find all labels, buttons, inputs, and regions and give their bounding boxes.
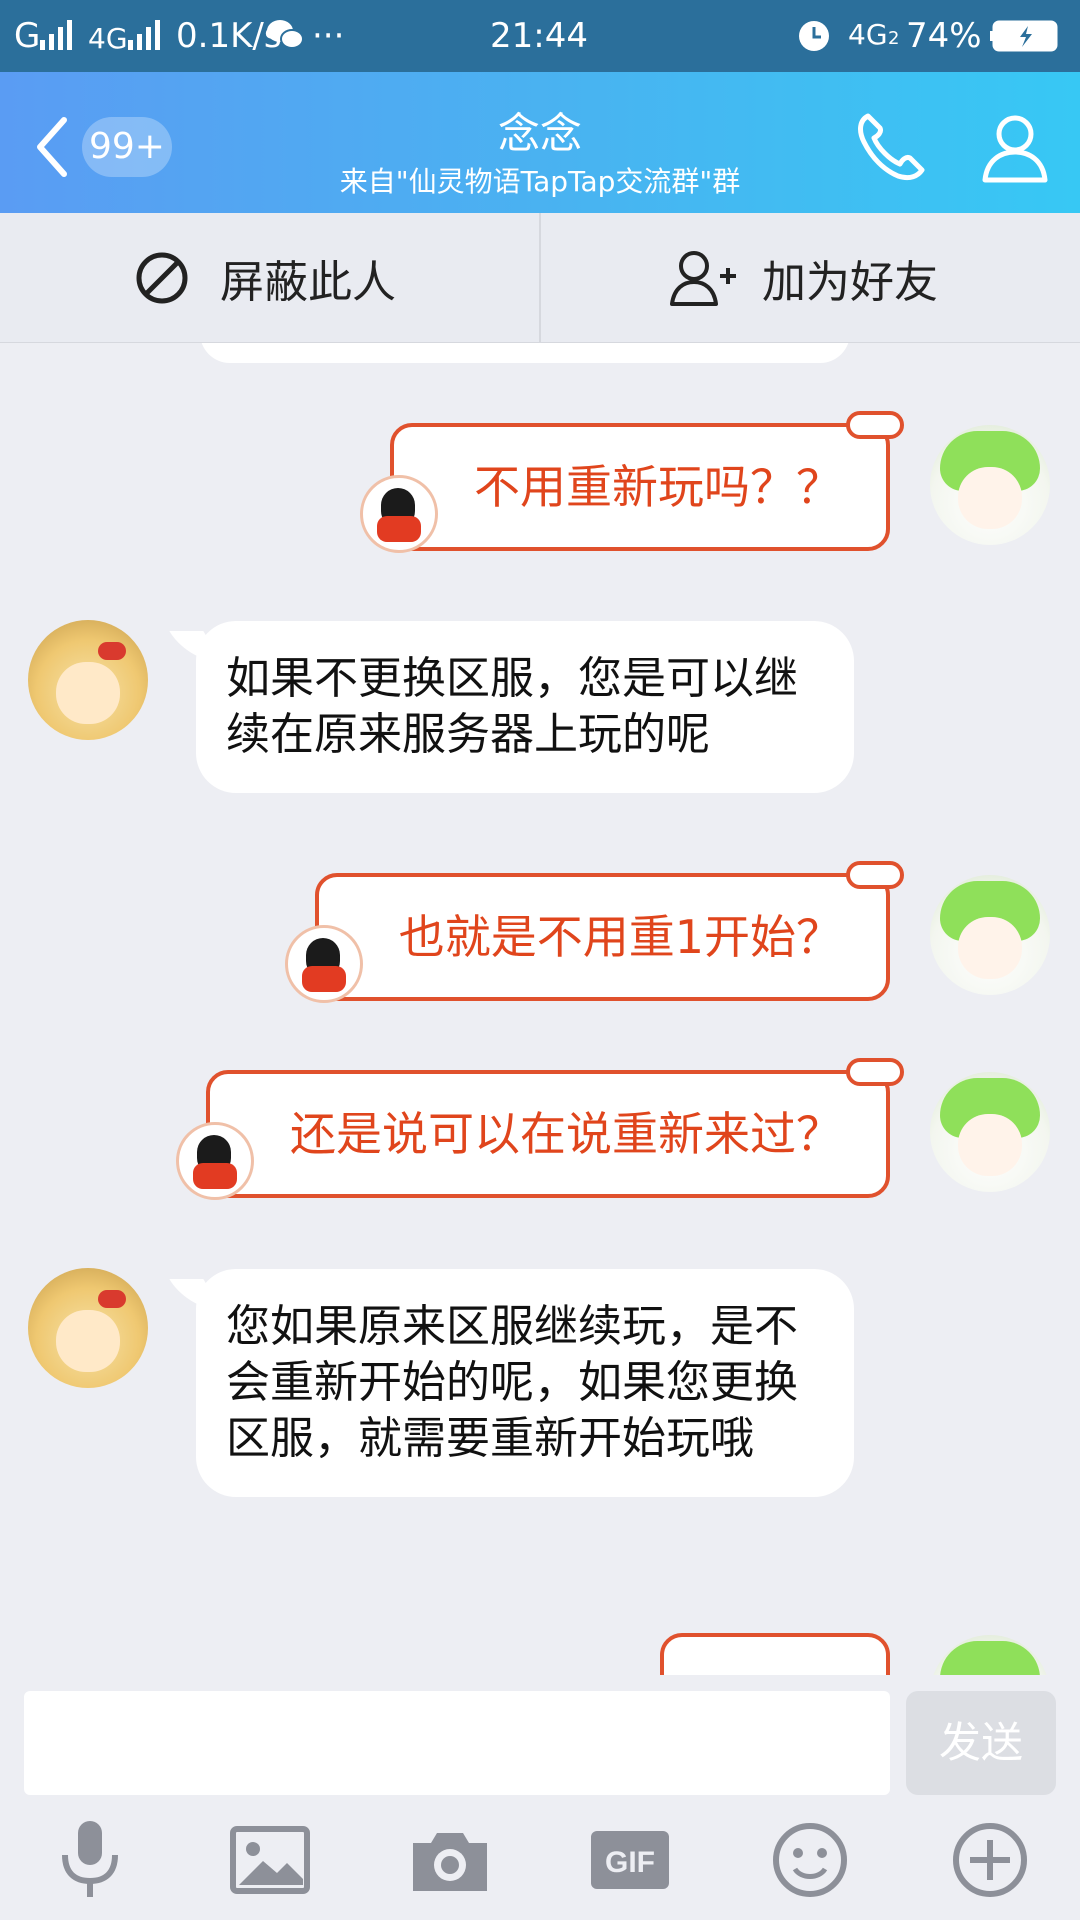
profile-icon[interactable] xyxy=(975,108,1055,188)
add-friend-label: 加为好友 xyxy=(762,257,938,308)
message-text: 不用重新玩吗？？ xyxy=(474,460,842,514)
bubble-cloud-decoration xyxy=(846,1058,904,1086)
camera-icon[interactable] xyxy=(405,1815,495,1905)
my-avatar[interactable] xyxy=(930,1635,1050,1675)
add-friend-icon xyxy=(670,251,736,306)
send-button[interactable]: 发送 xyxy=(906,1691,1056,1795)
my-avatar[interactable] xyxy=(930,425,1050,545)
penguin-sticker-icon xyxy=(176,1122,254,1200)
status-bar: G 4G 0.1K/s ··· 21:44 4G 2 74% xyxy=(0,0,1080,72)
microphone-icon[interactable] xyxy=(45,1815,135,1905)
alarm-icon xyxy=(799,21,829,51)
signal-icon-2 xyxy=(128,20,160,50)
network-label: 4G xyxy=(88,22,128,55)
clock: 21:44 xyxy=(490,16,588,56)
message-text: 您如果原来区服继续玩，是不会重新开始的呢，如果您更换区服，就需要重新开始玩哦 xyxy=(226,1301,798,1464)
network-sub: 2 xyxy=(888,28,900,49)
my-avatar[interactable] xyxy=(930,875,1050,995)
contact-avatar[interactable] xyxy=(28,1268,148,1388)
my-message-bubble[interactable]: 也就是不用重1开始？ xyxy=(284,861,904,1003)
image-icon[interactable] xyxy=(225,1815,315,1905)
battery-percent: 74% xyxy=(906,16,982,56)
svg-text:GIF: GIF xyxy=(605,1846,655,1879)
phone-icon[interactable] xyxy=(850,108,930,188)
battery-icon xyxy=(990,20,1058,52)
add-friend-button[interactable]: 加为好友 xyxy=(668,213,938,343)
message-input[interactable] xyxy=(24,1691,890,1795)
my-message-bubble-partial xyxy=(660,1633,890,1675)
their-message-bubble[interactable]: 您如果原来区服继续玩，是不会重新开始的呢，如果您更换区服，就需要重新开始玩哦 xyxy=(196,1269,854,1497)
my-message-bubble[interactable]: 还是说可以在说重新来过？ xyxy=(176,1058,904,1200)
block-user-label: 屏蔽此人 xyxy=(220,257,396,308)
network-right: 4G xyxy=(848,18,888,51)
bubble-cloud-decoration xyxy=(846,861,904,889)
penguin-sticker-icon xyxy=(360,475,438,553)
block-user-button[interactable]: 屏蔽此人 xyxy=(134,213,396,343)
message-bubble-partial xyxy=(200,343,850,363)
penguin-sticker-icon xyxy=(284,925,363,1003)
stranger-action-bar: 屏蔽此人 加为好友 xyxy=(0,213,1080,343)
contact-avatar[interactable] xyxy=(28,620,148,740)
more-indicator: ··· xyxy=(312,16,345,56)
their-message-bubble[interactable]: 如果不更换区服，您是可以继续在原来服务器上玩的呢 xyxy=(196,621,854,793)
message-text: 还是说可以在说重新来过？ xyxy=(290,1107,842,1161)
input-bar: 发送 GIF xyxy=(0,1675,1080,1920)
my-message-bubble[interactable]: 不用重新玩吗？？ xyxy=(360,411,904,553)
message-text: 也就是不用重1开始？ xyxy=(398,910,842,964)
signal-icon xyxy=(40,20,72,50)
plus-icon[interactable] xyxy=(945,1815,1035,1905)
bubble-cloud-decoration xyxy=(846,411,904,439)
carrier-label: G xyxy=(14,16,41,56)
message-text: 如果不更换区服，您是可以继续在原来服务器上玩的呢 xyxy=(226,653,798,760)
my-avatar[interactable] xyxy=(930,1072,1050,1192)
emoji-icon[interactable] xyxy=(765,1815,855,1905)
chat-header: 99+ 念念 来自"仙灵物语TapTap交流群"群 xyxy=(0,72,1080,213)
action-divider xyxy=(539,213,541,343)
message-list[interactable]: 不用重新玩吗？？ 如果不更换区服，您是可以继续在原来服务器上玩的呢 也就是不用重… xyxy=(0,343,1080,1675)
block-icon xyxy=(136,252,188,304)
gif-icon[interactable]: GIF xyxy=(585,1815,675,1905)
wechat-icon xyxy=(267,20,304,49)
